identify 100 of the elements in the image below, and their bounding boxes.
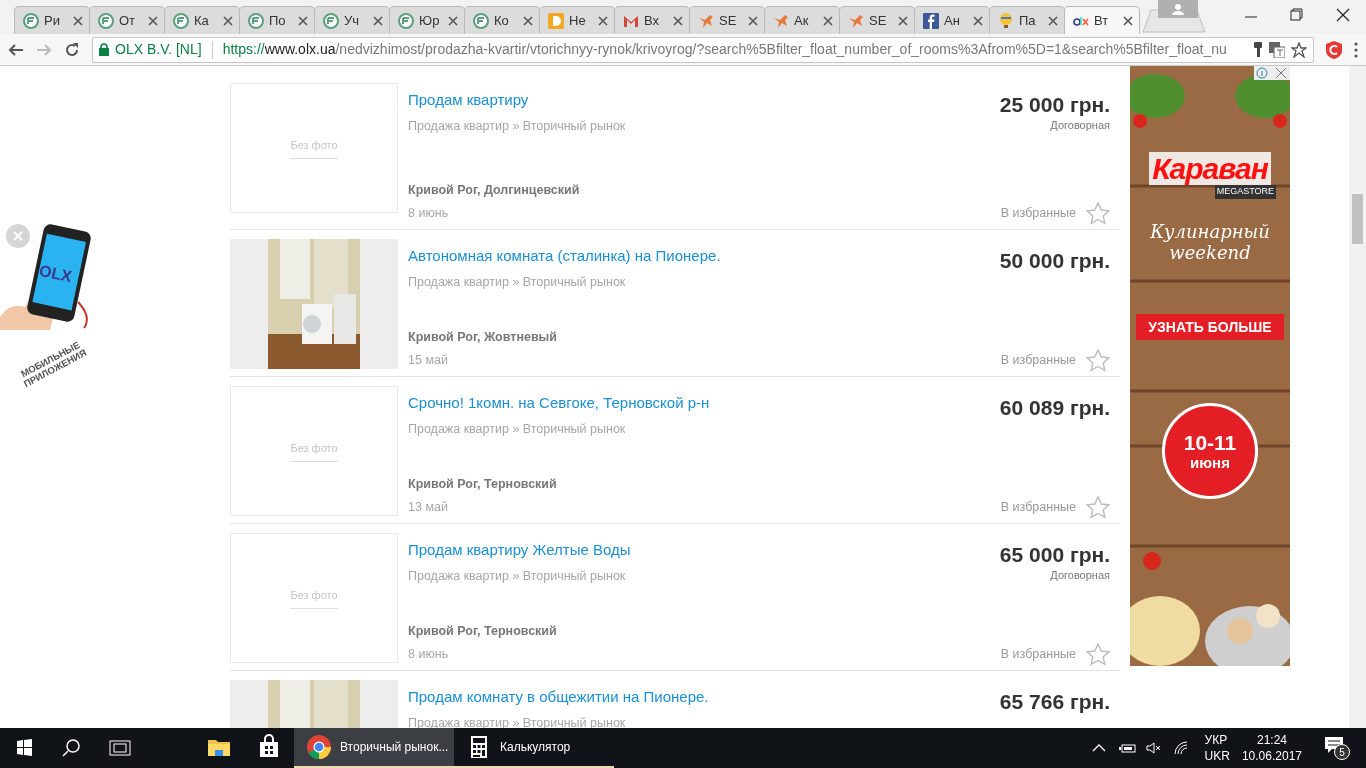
- bookmark-star-icon[interactable]: [1291, 41, 1307, 58]
- taskbar-app[interactable]: Вторичный рынок...: [294, 728, 454, 768]
- listing-location: Кривой Рог, Терновский: [408, 622, 557, 640]
- listing-date: 8 июнь: [408, 205, 449, 223]
- star-icon[interactable]: [1086, 349, 1110, 372]
- tab-favicon-icon: [98, 12, 114, 29]
- browser-tab[interactable]: Вх: [614, 6, 690, 34]
- listing-date: 15 май: [408, 352, 448, 370]
- listing-category: Продажа квартир » Вторичный рынок: [408, 420, 626, 438]
- close-icon[interactable]: [223, 15, 233, 26]
- listing-title[interactable]: Продам квартиру: [408, 89, 529, 112]
- browser-tab[interactable]: Не: [539, 6, 615, 34]
- lock-icon: [99, 43, 109, 56]
- tab-favicon-icon: [473, 12, 489, 29]
- star-icon[interactable]: [1086, 202, 1110, 225]
- language-code: UKR: [1204, 748, 1230, 765]
- listing-location: Кривой Рог, Долгинцевский: [408, 181, 580, 199]
- address-bar[interactable]: OLX B.V. [NL] https://www.olx.ua/nedvizhimost/prodazha-kvartir/vtorichnyy-rynok/krivoyrog/?search%5Bfilter_float_number_of_rooms%3Afrom%5D=1&search%5Bfilter_float_nu: [92, 36, 1314, 63]
- close-icon[interactable]: [148, 15, 158, 26]
- ad-dates: 10-11: [1183, 431, 1237, 453]
- close-icon[interactable]: [73, 15, 83, 26]
- close-icon[interactable]: [523, 15, 533, 26]
- listing-location: Кривой Рог, Терновский: [408, 475, 557, 493]
- tab-favicon-icon: [248, 12, 264, 29]
- tab-favicon-icon: [773, 12, 789, 29]
- listing-location: Кривой Рог, Жовтневый: [408, 328, 557, 346]
- browser-tab[interactable]: Ка: [164, 6, 240, 34]
- browser-tab[interactable]: От: [89, 6, 165, 34]
- tab-favicon-icon: [698, 12, 714, 29]
- close-icon[interactable]: [1048, 15, 1058, 26]
- tab-favicon-icon: [398, 12, 414, 29]
- shield-icon[interactable]: [1326, 40, 1342, 59]
- browser-tab[interactable]: SE: [689, 6, 765, 34]
- browser-tab[interactable]: Ак: [764, 6, 840, 34]
- listing-title[interactable]: Автономная комната (сталинка) на Пионере.: [408, 245, 721, 268]
- tab-favicon-icon: [548, 12, 564, 29]
- muted-speaker-icon[interactable]: [1144, 740, 1163, 756]
- listing-title[interactable]: Срочно! 1комн. на Севгоке, Терновской р-н: [408, 392, 710, 415]
- time-text: 21:24: [1256, 731, 1287, 748]
- no-photo-label: Без фото: [290, 587, 338, 609]
- ad-choices-icon[interactable]: [1254, 66, 1290, 80]
- listing-date: 8 июнь: [408, 646, 449, 664]
- key-icon[interactable]: [1253, 41, 1263, 58]
- browser-tab[interactable]: Уч: [314, 6, 390, 34]
- negotiable-label: Договорная: [1050, 568, 1110, 583]
- date-text: 10.06.2017: [1241, 748, 1302, 765]
- close-icon[interactable]: [748, 15, 758, 26]
- close-icon[interactable]: [373, 15, 383, 26]
- browser-tab[interactable]: Ан: [914, 6, 990, 34]
- close-icon[interactable]: [1123, 15, 1133, 26]
- close-icon[interactable]: [673, 15, 683, 26]
- tab-favicon-icon: [998, 12, 1014, 29]
- listing-title[interactable]: Продам комнату в общежитии на Пионере.: [408, 686, 709, 709]
- close-icon[interactable]: [598, 15, 608, 26]
- language-indicator[interactable]: УКР UKR: [1204, 731, 1230, 765]
- close-icon[interactable]: [448, 15, 458, 26]
- scrollbar[interactable]: [1349, 66, 1366, 728]
- close-icon[interactable]: [823, 15, 833, 26]
- browser-tab[interactable]: Ко: [464, 6, 540, 34]
- language-code: УКР: [1204, 731, 1229, 748]
- ad-tagline: Кулинарный weekend: [1149, 220, 1271, 264]
- site-identity: OLX B.V. [NL]: [115, 40, 202, 59]
- no-photo-label: Без фото: [290, 440, 338, 462]
- translate-icon[interactable]: [1269, 41, 1285, 58]
- close-icon[interactable]: [973, 15, 983, 26]
- browser-tab[interactable]: Ри: [14, 6, 90, 34]
- browser-tab[interactable]: Па: [989, 6, 1065, 34]
- star-icon[interactable]: [1086, 643, 1110, 666]
- tab-favicon-icon: [173, 12, 189, 29]
- close-icon[interactable]: [298, 15, 308, 26]
- chrome-icon: [306, 734, 332, 760]
- ad-cta-button[interactable]: УЗНАТЬ БОЛЬШЕ: [1136, 313, 1284, 340]
- menu-icon[interactable]: [1354, 41, 1358, 58]
- url-text: https://www.olx.ua/nedvizhimost/prodazha-kvartir/vtorichnyy-rynok/krivoyrog/?search%5Bfilter_float_number_of_rooms%3Afrom%5D=1&search%5Bfilter_float_nu: [222, 40, 1227, 59]
- listing-category: Продажа квартир » Вторичный рынок: [408, 567, 626, 585]
- browser-tab[interactable]: SE: [839, 6, 915, 34]
- close-icon[interactable]: [898, 15, 908, 26]
- ad-brand-sub: MEGASTORE: [1214, 185, 1276, 199]
- taskbar-app[interactable]: Калькулятор: [454, 728, 614, 768]
- browser-tab[interactable]: По: [239, 6, 315, 34]
- ad-month: июня: [1190, 454, 1230, 470]
- notification-count: 5: [1334, 744, 1350, 760]
- browser-tab[interactable]: Вт: [1064, 6, 1140, 34]
- star-icon[interactable]: [1086, 496, 1110, 519]
- browser-tab[interactable]: Юр: [389, 6, 465, 34]
- no-photo-label: Без фото: [290, 137, 338, 159]
- tab-favicon-icon: [23, 12, 39, 29]
- tab-favicon-icon: [848, 12, 864, 29]
- listing-title[interactable]: Продам квартиру Желтые Воды: [408, 539, 631, 562]
- clock[interactable]: 21:24 10.06.2017: [1241, 731, 1302, 765]
- listing-price: 60 089 грн.: [999, 395, 1110, 421]
- tab-favicon-icon: [323, 12, 339, 29]
- listing-price: 50 000 грн.: [999, 248, 1110, 274]
- listing-price: 65 000 грн.: [999, 542, 1110, 568]
- olx-logo: OLX: [36, 260, 75, 288]
- tab-favicon-icon: [923, 12, 939, 29]
- listing-category: Продажа квартир » Вторичный рынок: [408, 117, 626, 135]
- reload-icon[interactable]: [64, 41, 80, 58]
- back-icon[interactable]: [8, 41, 24, 58]
- listing-price: 65 766 грн.: [999, 689, 1110, 715]
